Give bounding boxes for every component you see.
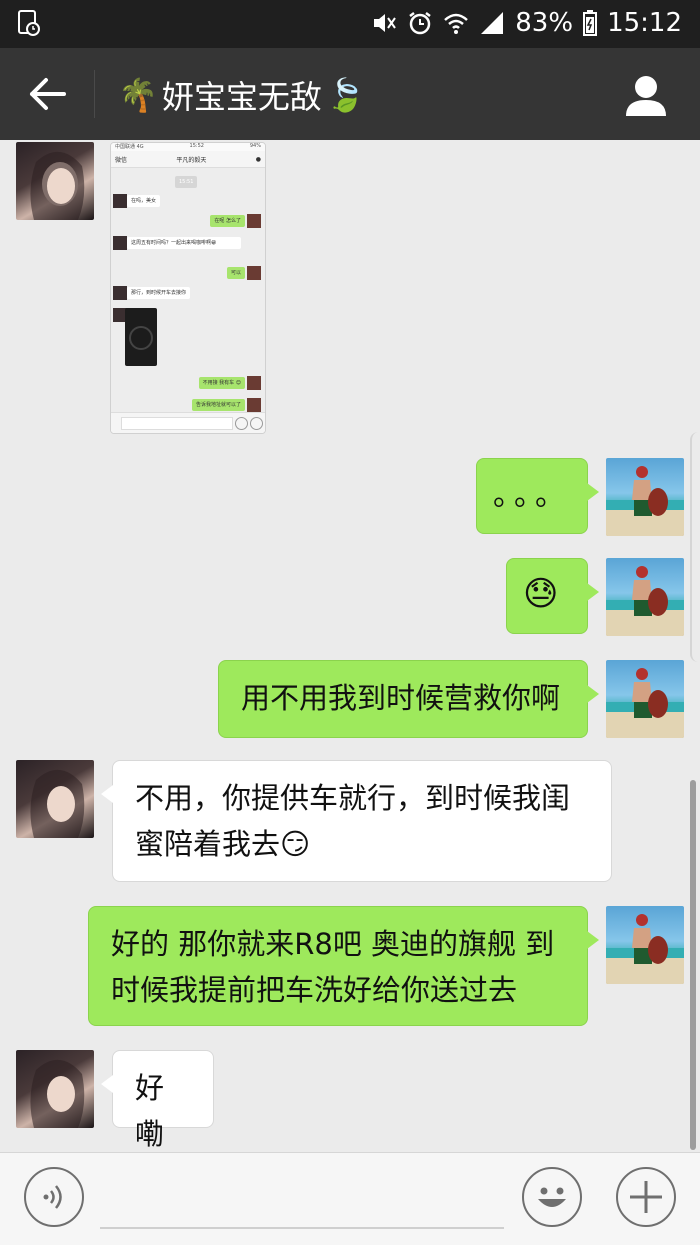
- girl-portrait-icon: [30, 1059, 85, 1128]
- contact-avatar[interactable]: [16, 760, 94, 838]
- img-message: 这周五有时间吗？一起出来喝咖啡啊😁: [127, 237, 241, 249]
- clock: 15:12: [607, 8, 682, 38]
- voice-button[interactable]: [24, 1167, 84, 1227]
- message-text: 好嘞: [135, 1071, 165, 1151]
- img-message: 在吗，美女: [127, 195, 161, 207]
- header-divider: [94, 70, 95, 118]
- img-input-bar: [111, 412, 265, 433]
- signal-icon: [481, 12, 504, 34]
- img-carrier: 中国联通 4G: [115, 144, 144, 150]
- beach-photo-icon: [606, 914, 684, 984]
- message-input[interactable]: [100, 1227, 504, 1229]
- girl-portrait-icon: [30, 769, 85, 838]
- beach-photo-icon: [606, 668, 684, 738]
- message-text: 用不用我到时候营救你啊: [241, 681, 561, 715]
- chat-header: 🌴 妍宝宝无敌 🍃: [0, 48, 700, 140]
- my-avatar[interactable]: [606, 906, 684, 984]
- wifi-icon: [444, 13, 469, 34]
- img-title-bar: 微信 平凡的毅天 ●: [111, 151, 265, 168]
- chat-title: 🌴 妍宝宝无敌 🍃: [118, 72, 366, 118]
- beach-photo-icon: [606, 466, 684, 536]
- img-back-label: 微信: [115, 156, 128, 164]
- battery-icon: [583, 10, 598, 36]
- message-bubble-incoming[interactable]: 好嘞: [101, 1050, 214, 1151]
- scrollbar[interactable]: [690, 780, 696, 1150]
- message-bubble-outgoing[interactable]: 好的 那你就来R8吧 奥迪的旗舰 到时候我提前把车洗好给你送过去: [88, 906, 599, 1026]
- profile-icon[interactable]: [624, 74, 668, 116]
- alarm-icon: [409, 12, 432, 35]
- img-message: 那行，到时候开车去接你: [127, 287, 191, 299]
- img-steering-wheel-photo: [125, 308, 157, 366]
- img-time-badge: 15:51: [175, 176, 198, 188]
- message-bubble-outgoing[interactable]: 😓: [506, 558, 599, 634]
- message-text: 😓: [523, 574, 559, 614]
- img-avatar: [247, 266, 261, 280]
- contact-name: 妍宝宝无敌: [161, 78, 322, 116]
- status-bar: 83% 15:12: [0, 0, 700, 48]
- img-time: 15:52: [189, 143, 204, 149]
- emoji-button[interactable]: [522, 1167, 582, 1227]
- received-image-screenshot[interactable]: 中国联通 4G 15:52 94% 微信 平凡的毅天 ● 15:51 在吗，美女…: [110, 142, 266, 434]
- img-message: 告诉我地址就可以了: [191, 399, 245, 411]
- message-bubble-incoming[interactable]: 不用，你提供车就行，到时候我闺蜜陪着我去😏: [101, 760, 612, 882]
- img-avatar: [247, 376, 261, 390]
- img-avatar: [113, 236, 127, 250]
- img-avatar: [247, 214, 261, 228]
- voice-icon: [43, 1185, 62, 1209]
- img-message: 在呢 怎么了: [210, 215, 245, 227]
- message-bubble-outgoing[interactable]: 。。。: [476, 458, 599, 534]
- leaf-emoji: 🍃: [325, 76, 366, 114]
- my-avatar[interactable]: [606, 558, 684, 636]
- plus-icon: [630, 1181, 662, 1213]
- palm-tree-emoji: 🌴: [118, 76, 158, 114]
- contact-avatar[interactable]: [16, 142, 94, 220]
- back-arrow-icon[interactable]: [28, 76, 68, 112]
- mute-icon: [374, 14, 397, 32]
- input-bar: [0, 1152, 700, 1245]
- my-avatar[interactable]: [606, 660, 684, 738]
- emoji-icon: [538, 1187, 566, 1207]
- img-title: 平凡的毅天: [176, 156, 207, 164]
- img-message: 不用接 我有车 😊: [198, 377, 245, 389]
- img-avatar: [113, 286, 127, 300]
- img-message: 可以: [226, 267, 245, 279]
- screen-record-icon: [18, 10, 40, 36]
- battery-percent: 83%: [515, 8, 574, 38]
- img-chat-body: 15:51 在吗，美女 在呢 怎么了 这周五有时间吗？一起出来喝咖啡啊😁 可以 …: [111, 168, 265, 412]
- my-avatar[interactable]: [606, 458, 684, 536]
- img-avatar: [113, 194, 127, 208]
- img-profile-icon: ●: [255, 155, 261, 163]
- beach-photo-icon: [606, 566, 684, 636]
- girl-portrait-icon: [30, 151, 85, 220]
- img-status-bar: 中国联通 4G 15:52 94%: [111, 143, 265, 151]
- message-text: 不用，你提供车就行，到时候我闺蜜陪着我去😏: [135, 781, 571, 861]
- message-bubble-outgoing[interactable]: 用不用我到时候营救你啊: [218, 660, 599, 738]
- message-list[interactable]: 中国联通 4G 15:52 94% 微信 平凡的毅天 ● 15:51 在吗，美女…: [0, 140, 700, 1152]
- img-battery: 94%: [249, 143, 261, 149]
- img-avatar: [247, 398, 261, 412]
- message-text: 好的 那你就来R8吧 奥迪的旗舰 到时候我提前把车洗好给你送过去: [111, 927, 555, 1007]
- drawer-edge: [690, 432, 700, 662]
- message-text: 。。。: [493, 478, 571, 513]
- plus-button[interactable]: [616, 1167, 676, 1227]
- contact-avatar[interactable]: [16, 1050, 94, 1128]
